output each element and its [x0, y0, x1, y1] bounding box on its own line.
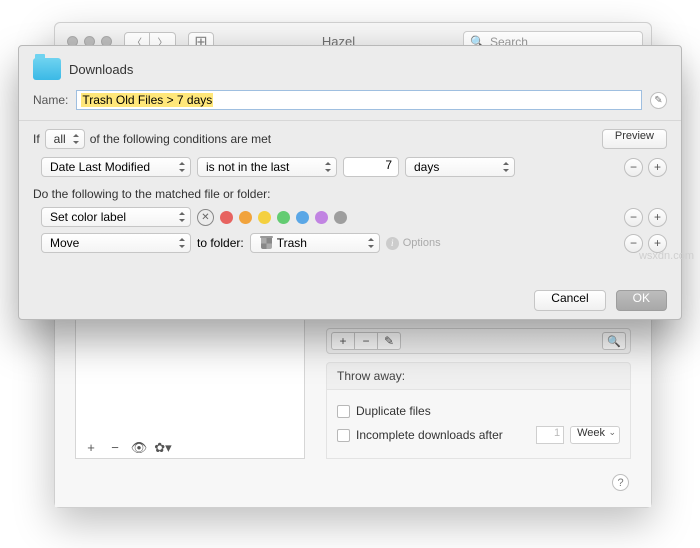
- color-purple[interactable]: [315, 211, 328, 224]
- folder-icon: [33, 58, 61, 80]
- do-label: Do the following to the matched file or …: [33, 187, 667, 201]
- action1-add-button[interactable]: +: [648, 208, 667, 227]
- preview-button[interactable]: Preview: [602, 129, 667, 149]
- clear-color-button[interactable]: ✕: [197, 209, 214, 226]
- incomplete-downloads-label: Incomplete downloads after: [356, 428, 503, 442]
- folders-add-button[interactable]: +: [80, 440, 102, 455]
- color-orange[interactable]: [239, 211, 252, 224]
- condition-remove-button[interactable]: −: [624, 158, 643, 177]
- incomplete-value-field[interactable]: 1: [536, 426, 564, 444]
- watermark: wsxdn.com: [639, 250, 694, 262]
- options-link[interactable]: i Options: [386, 237, 441, 250]
- folders-toolbar: + − 👁 ✿▾: [75, 437, 305, 459]
- trash-icon: [259, 236, 275, 250]
- action1-remove-button[interactable]: −: [624, 208, 643, 227]
- if-suffix: of the following conditions are met: [90, 132, 271, 146]
- color-green[interactable]: [277, 211, 290, 224]
- rules-edit-button[interactable]: ✎: [377, 332, 401, 350]
- rule-editor-sheet: Downloads Name: Trash Old Files > 7 days…: [18, 45, 682, 320]
- color-yellow[interactable]: [258, 211, 271, 224]
- duplicate-files-checkbox[interactable]: [337, 405, 350, 418]
- incomplete-downloads-checkbox[interactable]: [337, 429, 350, 442]
- folders-remove-button[interactable]: −: [104, 440, 126, 455]
- color-gray[interactable]: [334, 211, 347, 224]
- condition-operator-select[interactable]: is not in the last: [197, 157, 337, 177]
- rules-add-button[interactable]: +: [331, 332, 355, 350]
- folders-gear-button[interactable]: ✿▾: [152, 440, 174, 456]
- rule-name-input[interactable]: Trash Old Files > 7 days: [76, 90, 642, 110]
- action2-dest-select[interactable]: Trash: [250, 233, 380, 253]
- duplicate-files-label: Duplicate files: [356, 404, 431, 418]
- rules-remove-button[interactable]: −: [354, 332, 378, 350]
- action-row-1: Set color label ✕ − +: [33, 207, 667, 227]
- to-folder-label: to folder:: [197, 236, 244, 250]
- info-icon: i: [386, 237, 399, 250]
- match-mode-select[interactable]: all: [45, 129, 85, 149]
- action-row-2: Move to folder: Trash i Options − +: [33, 233, 667, 253]
- condition-add-button[interactable]: +: [648, 158, 667, 177]
- divider: [19, 120, 681, 121]
- color-blue[interactable]: [296, 211, 309, 224]
- color-swatches: [220, 211, 347, 224]
- if-label: If: [33, 132, 40, 146]
- ok-button[interactable]: OK: [616, 290, 667, 311]
- folder-name-label: Downloads: [69, 62, 133, 77]
- action1-verb-select[interactable]: Set color label: [41, 207, 191, 227]
- color-red[interactable]: [220, 211, 233, 224]
- condition-value-input[interactable]: 7: [343, 157, 399, 177]
- rules-search-button[interactable]: 🔍: [602, 332, 626, 350]
- throw-away-group: Throw away: Duplicate files Incomplete d…: [326, 362, 631, 459]
- help-button[interactable]: ?: [612, 474, 629, 491]
- cancel-button[interactable]: Cancel: [534, 290, 605, 311]
- condition-attribute-select[interactable]: Date Last Modified: [41, 157, 191, 177]
- rule-name-label: Name:: [33, 93, 68, 107]
- folders-preview-button[interactable]: 👁: [128, 440, 150, 456]
- condition-unit-select[interactable]: days: [405, 157, 515, 177]
- incomplete-unit-select[interactable]: Week: [570, 426, 620, 444]
- edit-name-icon[interactable]: ✎: [650, 92, 667, 109]
- condition-row: Date Last Modified is not in the last 7 …: [33, 157, 667, 177]
- rules-pane: + − ✎ 🔍 Throw away: Duplicate files Inco…: [326, 328, 631, 459]
- rules-toolbar: + − ✎ 🔍: [326, 328, 631, 354]
- action2-verb-select[interactable]: Move: [41, 233, 191, 253]
- throw-away-header: Throw away:: [326, 362, 631, 390]
